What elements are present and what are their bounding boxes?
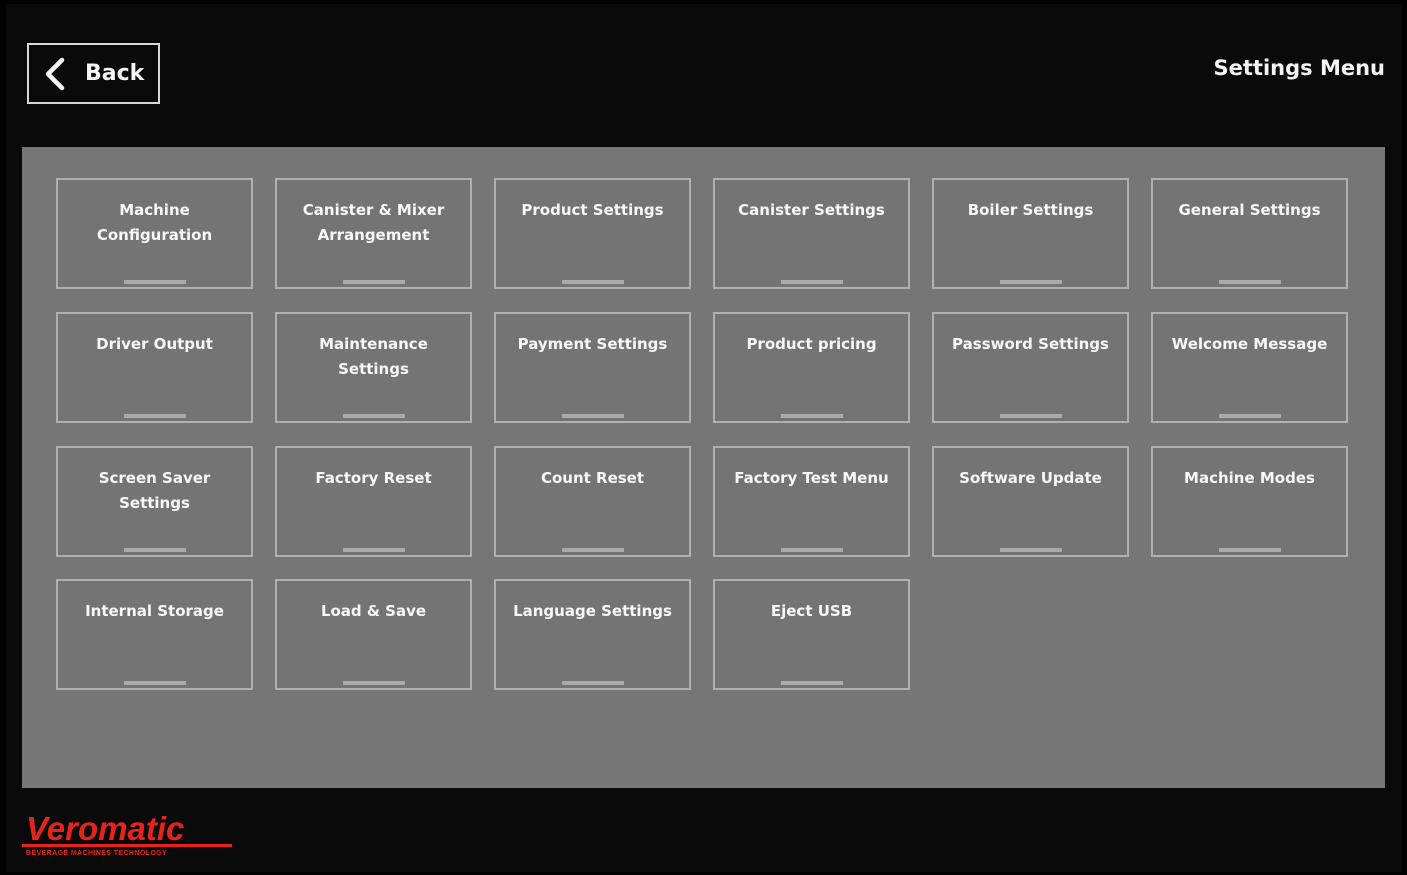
veromatic-logo: Veromatic BEVERAGE MACHINES TECHNOLOGY: [22, 810, 242, 860]
menu-tile-label: Password Settings: [952, 335, 1109, 353]
menu-tile-label: Maintenance Settings: [319, 335, 428, 378]
menu-tile-label: Machine Configuration: [96, 201, 213, 244]
brand-logo-text: Veromatic: [26, 810, 184, 847]
menu-tile-label: Load & Save: [320, 602, 427, 620]
menu-tile-factory-test-menu[interactable]: Factory Test Menu: [713, 446, 910, 557]
menu-tile-label: Count Reset: [540, 469, 645, 487]
tile-indicator: [342, 414, 405, 418]
tile-indicator: [1218, 548, 1281, 552]
menu-tile-label: Eject USB: [770, 602, 853, 620]
menu-tile-product-settings[interactable]: Product Settings: [494, 178, 691, 289]
menu-tile-general-settings[interactable]: General Settings: [1151, 178, 1348, 289]
chevron-left-icon: [43, 54, 81, 94]
menu-tile-label: Canister Settings: [738, 201, 885, 219]
tile-indicator: [1218, 280, 1281, 284]
menu-tile-label: Boiler Settings: [967, 201, 1094, 219]
menu-tile-load-save[interactable]: Load & Save: [275, 579, 472, 690]
tile-indicator: [999, 548, 1062, 552]
tile-indicator: [123, 414, 186, 418]
tile-indicator: [342, 681, 405, 685]
tile-indicator: [999, 414, 1062, 418]
page-title: Settings Menu: [1213, 56, 1385, 80]
menu-tile-welcome-message[interactable]: Welcome Message: [1151, 312, 1348, 423]
settings-menu-panel: Machine Configuration Canister & Mixer A…: [22, 147, 1385, 788]
menu-tile-driver-output[interactable]: Driver Output: [56, 312, 253, 423]
menu-tile-canister-settings[interactable]: Canister Settings: [713, 178, 910, 289]
menu-tile-screen-saver-settings[interactable]: Screen Saver Settings: [56, 446, 253, 557]
menu-tile-label: Internal Storage: [85, 602, 224, 620]
menu-tile-label: Factory Reset: [315, 469, 432, 487]
menu-tile-software-update[interactable]: Software Update: [932, 446, 1129, 557]
back-button[interactable]: Back: [27, 43, 160, 104]
tile-indicator: [123, 548, 186, 552]
tile-indicator: [342, 548, 405, 552]
menu-tile-eject-usb[interactable]: Eject USB: [713, 579, 910, 690]
menu-tile-label: Language Settings: [513, 602, 672, 620]
tile-indicator: [123, 280, 186, 284]
menu-tile-label: Welcome Message: [1171, 335, 1328, 353]
menu-tile-product-pricing[interactable]: Product pricing: [713, 312, 910, 423]
menu-tile-internal-storage[interactable]: Internal Storage: [56, 579, 253, 690]
tile-indicator: [561, 681, 624, 685]
back-button-label: Back: [85, 61, 145, 86]
menu-tile-payment-settings[interactable]: Payment Settings: [494, 312, 691, 423]
menu-tile-label: Product pricing: [746, 335, 877, 353]
tile-indicator: [780, 681, 843, 685]
tile-indicator: [780, 280, 843, 284]
tile-indicator: [780, 414, 843, 418]
menu-tile-label: Payment Settings: [517, 335, 668, 353]
menu-tile-count-reset[interactable]: Count Reset: [494, 446, 691, 557]
tile-indicator: [123, 681, 186, 685]
menu-tile-machine-configuration[interactable]: Machine Configuration: [56, 178, 253, 289]
tile-indicator: [999, 280, 1062, 284]
menu-tile-label: General Settings: [1178, 201, 1321, 219]
menu-tile-password-settings[interactable]: Password Settings: [932, 312, 1129, 423]
menu-tile-canister-mixer-arrangement[interactable]: Canister & Mixer Arrangement: [275, 178, 472, 289]
brand-tagline: BEVERAGE MACHINES TECHNOLOGY: [26, 850, 167, 857]
tile-indicator: [342, 280, 405, 284]
menu-tile-language-settings[interactable]: Language Settings: [494, 579, 691, 690]
tile-indicator: [561, 414, 624, 418]
tile-indicator: [1218, 414, 1281, 418]
menu-tile-label: Product Settings: [521, 201, 664, 219]
menu-tile-boiler-settings[interactable]: Boiler Settings: [932, 178, 1129, 289]
menu-tile-maintenance-settings[interactable]: Maintenance Settings: [275, 312, 472, 423]
menu-tile-label: Factory Test Menu: [734, 469, 889, 487]
menu-tile-label: Machine Modes: [1184, 469, 1315, 487]
menu-tile-machine-modes[interactable]: Machine Modes: [1151, 446, 1348, 557]
menu-tile-label: Driver Output: [96, 335, 213, 353]
tile-indicator: [780, 548, 843, 552]
menu-tile-label: Screen Saver Settings: [98, 469, 211, 512]
menu-tile-label: Software Update: [959, 469, 1102, 487]
tile-indicator: [561, 548, 624, 552]
tile-indicator: [561, 280, 624, 284]
menu-tile-factory-reset[interactable]: Factory Reset: [275, 446, 472, 557]
menu-tile-label: Canister & Mixer Arrangement: [302, 201, 445, 244]
